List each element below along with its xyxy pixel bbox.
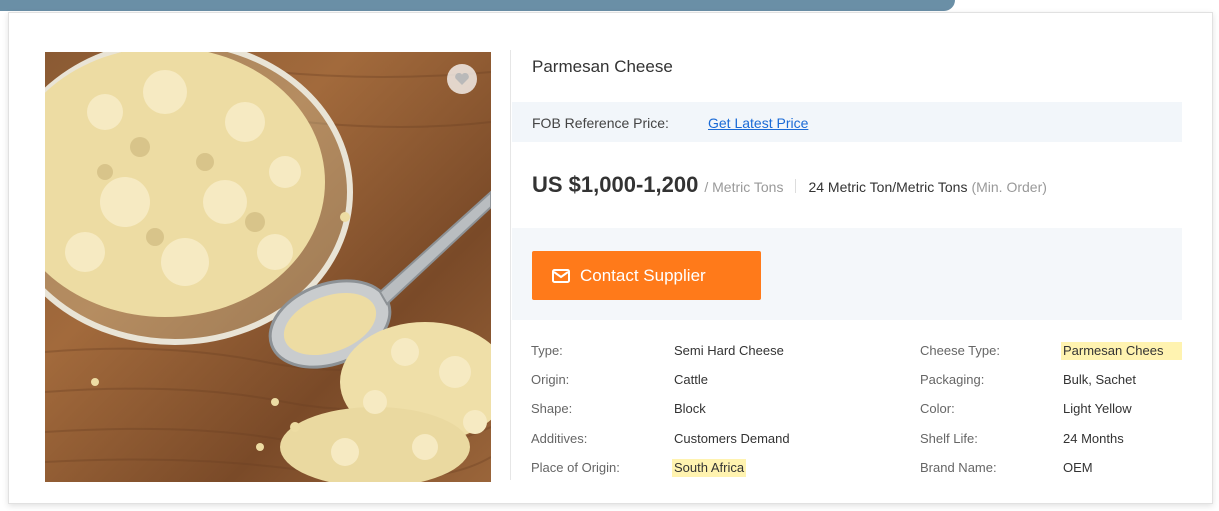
- price-value: US $1,000-1,200: [532, 172, 699, 197]
- heart-icon: [455, 72, 469, 85]
- favorite-button[interactable]: [447, 64, 477, 94]
- attr-key-shape: Shape:: [531, 401, 573, 416]
- attr-value-shelf-life: 24 Months: [1063, 431, 1124, 446]
- attr-key-shelf-life: Shelf Life:: [920, 431, 978, 446]
- attr-key-additives: Additives:: [531, 431, 588, 446]
- attr-key-origin: Origin:: [531, 372, 570, 387]
- attr-value-origin: Cattle: [674, 372, 708, 387]
- attr-value-place-of-origin: South Africa: [672, 459, 747, 477]
- product-image[interactable]: [45, 52, 491, 482]
- price-separator: [795, 179, 797, 193]
- attr-key-color: Color:: [920, 401, 955, 416]
- attr-value-brand-name: OEM: [1063, 460, 1093, 475]
- product-title: Parmesan Cheese: [532, 57, 673, 76]
- top-banner-bar: [0, 0, 955, 11]
- contact-supplier-label: Contact Supplier: [580, 265, 706, 285]
- price-row: US $1,000-1,200 / Metric Tons 24 Metric To…: [532, 172, 1047, 198]
- parmesan-photo: [45, 52, 491, 482]
- get-latest-price-link[interactable]: Get Latest Price: [708, 115, 808, 131]
- attr-value-color: Light Yellow: [1063, 401, 1132, 416]
- attr-key-place-of-origin: Place of Origin:: [531, 460, 620, 475]
- attr-key-packaging: Packaging:: [920, 372, 985, 387]
- contact-supplier-button[interactable]: Contact Supplier: [532, 251, 761, 300]
- attr-key-cheese-type: Cheese Type:: [920, 343, 1000, 358]
- attr-value-shape: Block: [674, 401, 706, 416]
- min-order-value: 24 Metric Ton/Metric Tons: [808, 179, 968, 195]
- price-unit: / Metric Tons: [704, 179, 784, 195]
- attr-key-brand-name: Brand Name:: [920, 460, 997, 475]
- attr-key-type: Type:: [531, 343, 563, 358]
- attr-value-packaging: Bulk, Sachet: [1063, 372, 1136, 387]
- attr-value-type: Semi Hard Cheese: [674, 343, 784, 358]
- reference-price-bar: FOB Reference Price: Get Latest Price: [512, 102, 1182, 142]
- min-order-hint: (Min. Order): [971, 179, 1047, 195]
- mail-icon: [552, 268, 570, 283]
- attr-value-additives: Customers Demand: [674, 431, 790, 446]
- attr-value-cheese-type: Parmesan Chees: [1061, 342, 1182, 360]
- reference-price-label: FOB Reference Price:: [532, 115, 669, 131]
- column-divider: [510, 50, 511, 480]
